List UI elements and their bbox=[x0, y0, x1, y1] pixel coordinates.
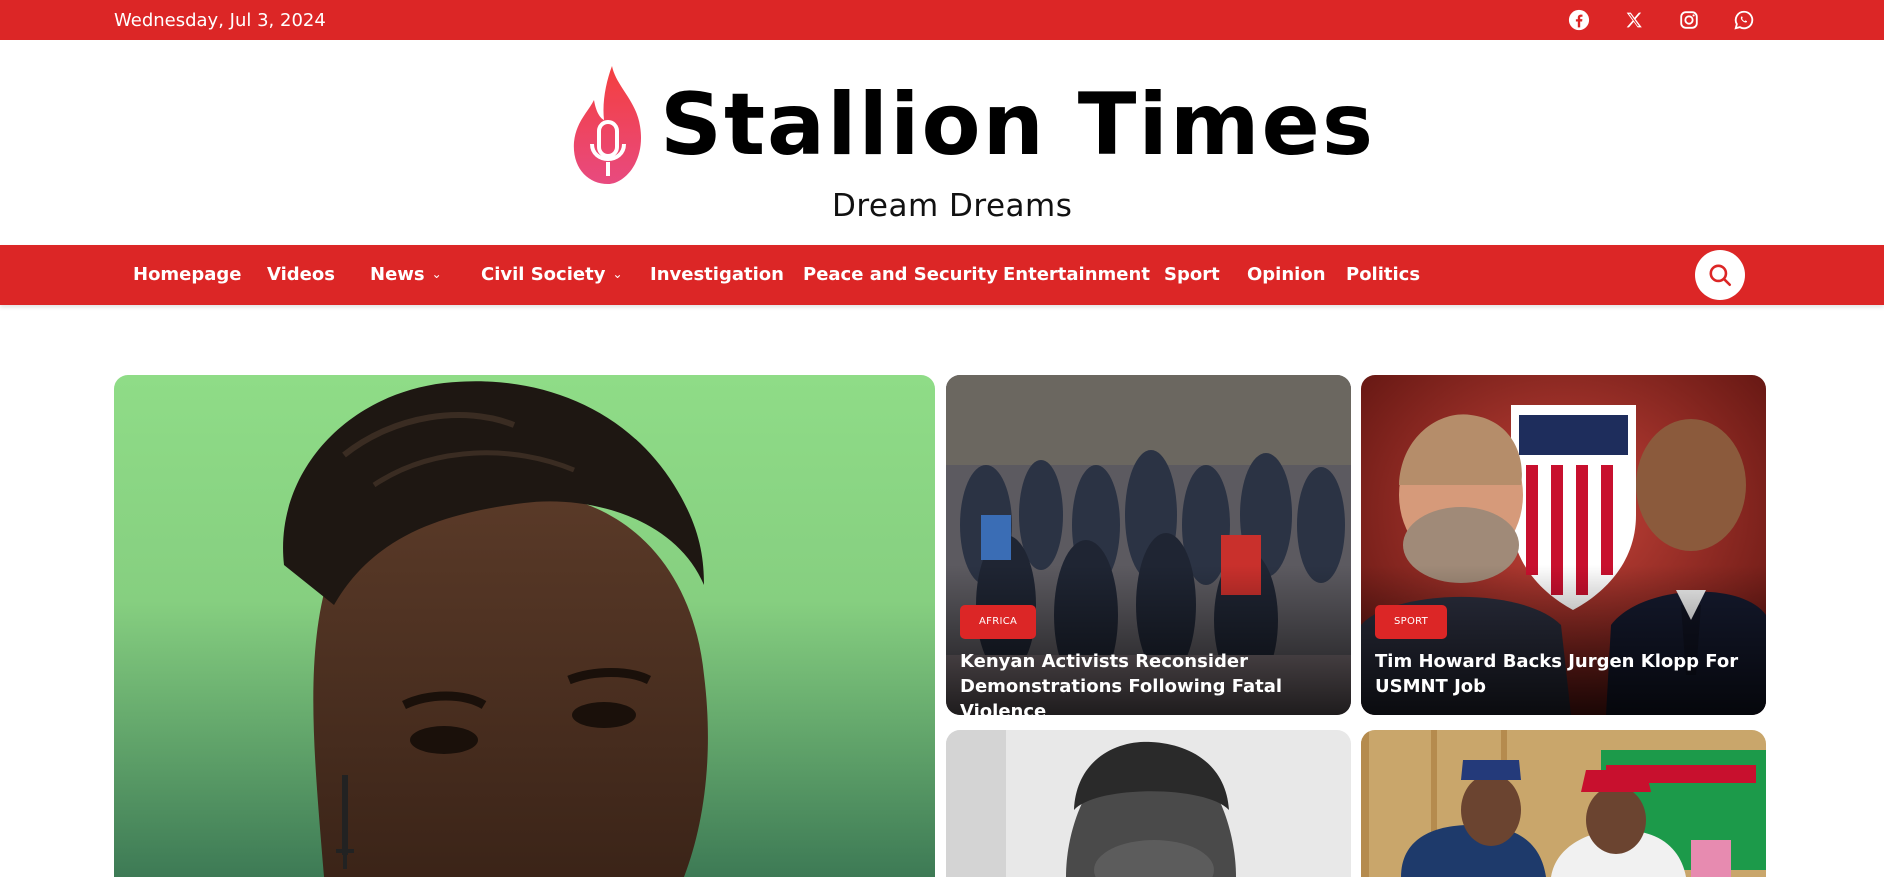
whatsapp-icon[interactable] bbox=[1732, 8, 1756, 32]
current-date: Wednesday, Jul 3, 2024 bbox=[114, 10, 326, 31]
article-title[interactable]: Tim Howard Backs Jurgen Klopp For USMNT … bbox=[1375, 649, 1755, 699]
nav-item-label: Civil Society bbox=[481, 264, 606, 285]
nav-item-label: Videos bbox=[267, 264, 335, 285]
x-twitter-icon[interactable] bbox=[1622, 8, 1646, 32]
nav-item-label: Entertainment bbox=[1003, 264, 1150, 285]
article-card[interactable] bbox=[1361, 730, 1766, 877]
search-button[interactable] bbox=[1695, 250, 1745, 300]
nav-item-news[interactable]: News ⌄ bbox=[370, 264, 442, 285]
top-bar: Wednesday, Jul 3, 2024 bbox=[0, 0, 1884, 40]
site-title: Stallion Times bbox=[660, 75, 1376, 175]
flame-microphone-icon bbox=[573, 66, 642, 184]
site-header: Stallion Times Dream Dreams bbox=[0, 40, 1884, 245]
nav-item-label: Politics bbox=[1346, 264, 1421, 285]
nav-item-civil-society[interactable]: Civil Society ⌄ bbox=[481, 264, 623, 285]
featured-article-image bbox=[114, 375, 935, 877]
article-title[interactable]: Kenyan Activists Reconsider Demonstratio… bbox=[960, 649, 1340, 715]
nav-item-label: Peace and Security bbox=[803, 264, 998, 285]
category-badge[interactable]: SPORT bbox=[1375, 605, 1448, 639]
chevron-down-icon: ⌄ bbox=[612, 267, 623, 281]
article-card[interactable]: AFRICA Kenyan Activists Reconsider Demon… bbox=[946, 375, 1351, 715]
article-card[interactable]: SPORT Tim Howard Backs Jurgen Klopp For … bbox=[1361, 375, 1766, 715]
facebook-icon[interactable] bbox=[1567, 8, 1591, 32]
site-tagline: Dream Dreams bbox=[832, 188, 1073, 224]
nav-item-label: Sport bbox=[1164, 264, 1220, 285]
nav-item-politics[interactable]: Politics bbox=[1346, 264, 1420, 285]
nav-item-entertainment[interactable]: Entertainment bbox=[1003, 264, 1150, 285]
search-icon bbox=[1709, 264, 1732, 287]
nav-item-peace-and-security[interactable]: Peace and Security bbox=[803, 264, 998, 285]
category-badge[interactable]: AFRICA bbox=[960, 605, 1037, 639]
nav-item-label: Opinion bbox=[1247, 264, 1326, 285]
main-navigation: Homepage Videos News ⌄ Civil Society ⌄ Inv… bbox=[0, 245, 1884, 305]
instagram-icon[interactable] bbox=[1677, 8, 1701, 32]
nav-item-opinion[interactable]: Opinion bbox=[1247, 264, 1326, 285]
nav-item-label: Homepage bbox=[133, 264, 242, 285]
article-card[interactable] bbox=[946, 730, 1351, 877]
nav-item-label: News bbox=[370, 264, 425, 285]
nav-item-sport[interactable]: Sport bbox=[1164, 264, 1220, 285]
chevron-down-icon: ⌄ bbox=[431, 267, 442, 281]
nav-item-videos[interactable]: Videos bbox=[267, 264, 335, 285]
article-image bbox=[1361, 730, 1766, 877]
article-image bbox=[946, 730, 1351, 877]
nav-item-investigation[interactable]: Investigation bbox=[650, 264, 784, 285]
nav-item-label: Investigation bbox=[650, 264, 784, 285]
nav-item-homepage[interactable]: Homepage bbox=[133, 264, 242, 285]
featured-article-card[interactable] bbox=[114, 375, 935, 877]
